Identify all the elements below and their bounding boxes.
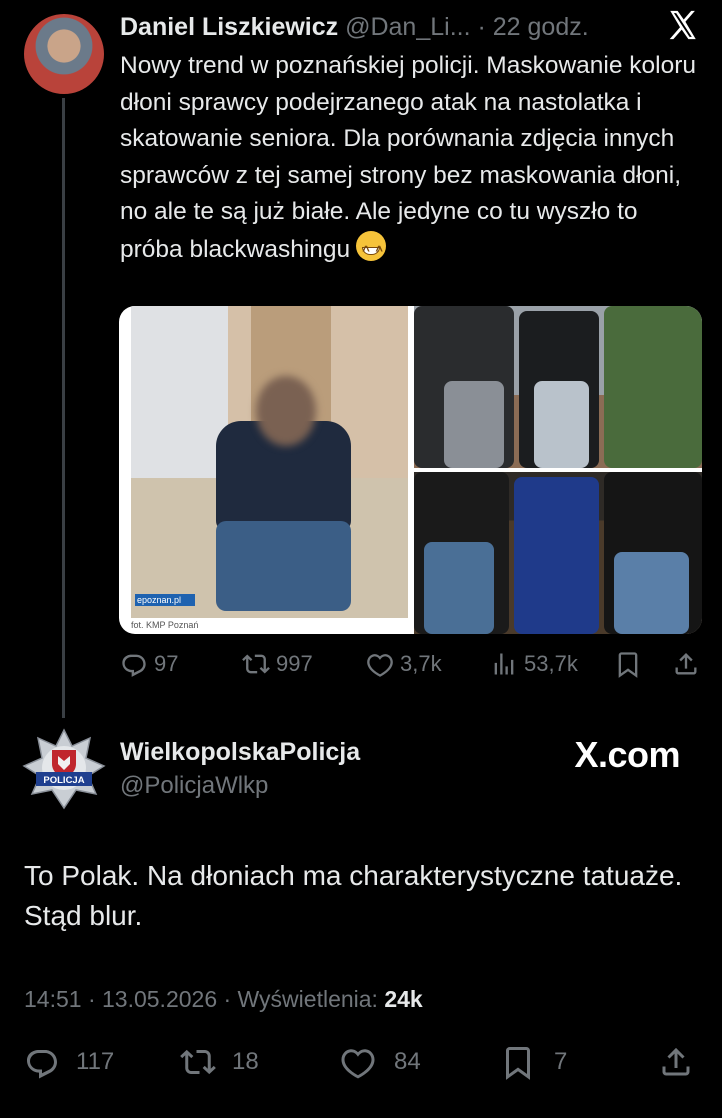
repost-count: 18 <box>232 1048 259 1075</box>
photo-caption: fot. KMP Poznań <box>131 620 199 630</box>
tweet-meta: 14:51 · 13.05.2026 · Wyświetlenia: 24k <box>24 986 423 1013</box>
repost-button[interactable]: 997 <box>242 650 313 678</box>
repost-button[interactable]: 18 <box>180 1044 259 1080</box>
person-figure <box>216 376 351 611</box>
reply-button[interactable]: 117 <box>24 1044 114 1080</box>
heart-icon <box>341 1049 375 1079</box>
bookmark-icon <box>506 1047 530 1080</box>
reply-icon <box>122 654 146 677</box>
source-badge: epoznan.pl <box>135 594 195 606</box>
share-button[interactable] <box>658 1044 694 1080</box>
repost-count: 997 <box>276 651 313 676</box>
media-photo-bottom-right[interactable] <box>414 472 702 634</box>
tweet-actions: 97 997 3,7k 53,7k <box>120 650 705 682</box>
avatar-label: POLICJA <box>43 775 84 786</box>
like-count: 84 <box>394 1048 421 1075</box>
timestamp-and-label[interactable]: 14:51 · 13.05.2026 · Wyświetlenia: <box>24 986 384 1012</box>
tweet-text: To Polak. Na dłoniach ma charakterystycz… <box>24 860 683 931</box>
tweet-header: Daniel Liszkiewicz @Dan_Li... · 22 godz. <box>120 10 589 44</box>
share-button[interactable] <box>672 650 700 678</box>
tweet-media[interactable]: epoznan.pl fot. KMP Poznań <box>119 306 702 634</box>
bookmark-button[interactable]: 7 <box>500 1044 567 1080</box>
like-count: 3,7k <box>400 651 442 676</box>
reply-count: 97 <box>154 651 179 676</box>
handle[interactable]: @PolicjaWlkp <box>120 772 268 800</box>
share-icon <box>662 1047 690 1076</box>
reply-icon <box>27 1050 57 1079</box>
tweet-text: Nowy trend w poznańskiej policji. Maskow… <box>120 48 705 269</box>
grinning-face-emoji-icon <box>356 230 387 269</box>
tweet-actions: 117 18 84 7 <box>24 1044 704 1082</box>
tweet-body: Nowy trend w poznańskiej policji. Maskow… <box>120 52 697 263</box>
media-photo-top-right[interactable] <box>414 306 702 468</box>
display-name[interactable]: WielkopolskaPolicja <box>120 738 360 767</box>
x-logo-icon <box>669 10 696 40</box>
bookmark-button[interactable] <box>614 650 642 678</box>
avatar[interactable] <box>24 14 104 94</box>
bookmark-count: 7 <box>554 1048 568 1075</box>
views-count: 24k <box>384 986 423 1012</box>
views-count: 53,7k <box>524 651 578 676</box>
like-button[interactable]: 84 <box>340 1044 421 1080</box>
display-name[interactable]: Daniel Liszkiewicz <box>120 13 338 41</box>
timestamp[interactable]: · 22 godz. <box>478 13 589 41</box>
views-button[interactable]: 53,7k <box>490 650 578 678</box>
reply-button[interactable]: 97 <box>120 650 178 678</box>
bookmark-icon <box>618 652 638 678</box>
heart-icon <box>367 654 393 677</box>
media-photo-main[interactable]: epoznan.pl <box>131 306 408 618</box>
like-button[interactable]: 3,7k <box>366 650 442 678</box>
handle[interactable]: @Dan_Li... <box>345 13 470 41</box>
police-badge-avatar[interactable]: POLICJA <box>22 728 106 812</box>
views-chart-icon <box>494 653 514 675</box>
reply-count: 117 <box>76 1048 115 1075</box>
xcom-watermark: X.com <box>574 734 680 775</box>
thread-connector-line <box>62 98 65 718</box>
blurred-face <box>256 376 316 446</box>
repost-icon <box>242 654 270 674</box>
repost-icon <box>180 1049 216 1075</box>
share-icon <box>675 653 697 675</box>
